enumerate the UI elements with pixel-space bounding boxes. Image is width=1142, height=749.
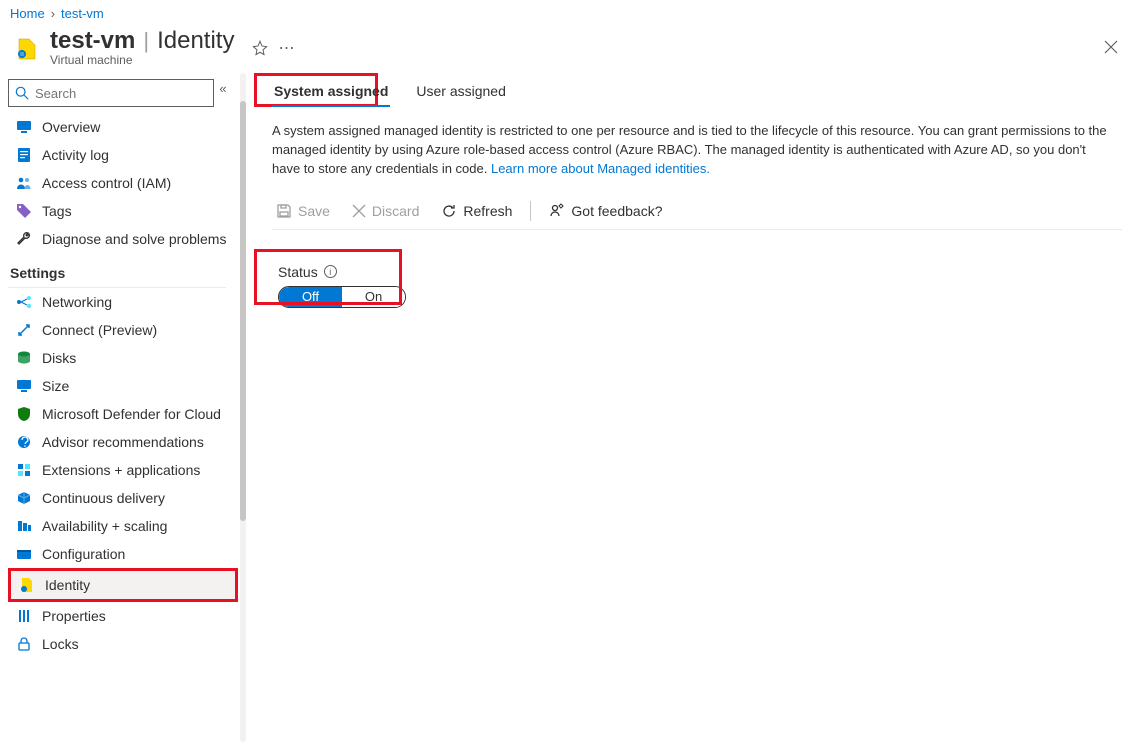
refresh-button[interactable]: Refresh bbox=[437, 201, 516, 221]
sidebar-item-connect[interactable]: Connect (Preview) bbox=[8, 316, 238, 344]
sidebar-item-label: Tags bbox=[42, 203, 72, 219]
page-header: test-vm | Identity Virtual machine ⋯ bbox=[0, 21, 1142, 67]
command-bar: Save Discard Refresh Got feedback? bbox=[272, 197, 1122, 230]
sidebar-item-label: Networking bbox=[42, 294, 112, 310]
sidebar-item-label: Extensions + applications bbox=[42, 462, 200, 478]
sidebar-item-tags[interactable]: Tags bbox=[8, 197, 238, 225]
disks-icon bbox=[16, 350, 32, 366]
info-icon[interactable]: i bbox=[324, 265, 337, 278]
pin-icon[interactable] bbox=[252, 40, 268, 56]
properties-icon bbox=[16, 608, 32, 624]
sidebar-item-availability[interactable]: Availability + scaling bbox=[8, 512, 238, 540]
delivery-icon bbox=[16, 490, 32, 506]
more-icon[interactable]: ⋯ bbox=[278, 38, 296, 58]
people-icon bbox=[16, 175, 32, 191]
learn-more-link[interactable]: Learn more about Managed identities. bbox=[491, 161, 710, 176]
toggle-off[interactable]: Off bbox=[279, 287, 342, 307]
status-label: Status bbox=[278, 264, 318, 280]
sidebar-item-size[interactable]: Size bbox=[8, 372, 238, 400]
main-content: System assigned User assigned A system a… bbox=[254, 73, 1142, 742]
status-toggle[interactable]: Off On bbox=[278, 286, 406, 308]
configuration-icon bbox=[16, 546, 32, 562]
sidebar-item-label: Connect (Preview) bbox=[42, 322, 157, 338]
advisor-icon bbox=[16, 434, 32, 450]
sidebar-item-label: Identity bbox=[45, 577, 90, 593]
breadcrumb: Home › test-vm bbox=[0, 0, 1142, 21]
sidebar-item-label: Availability + scaling bbox=[42, 518, 167, 534]
description-text: A system assigned managed identity is re… bbox=[272, 122, 1112, 179]
sidebar-item-label: Configuration bbox=[42, 546, 125, 562]
identity-icon bbox=[14, 36, 40, 62]
wrench-icon bbox=[16, 231, 32, 247]
sidebar-item-label: Disks bbox=[42, 350, 76, 366]
sidebar-item-access-control[interactable]: Access control (IAM) bbox=[8, 169, 238, 197]
search-input[interactable] bbox=[35, 86, 211, 101]
page-title-sub: Identity bbox=[157, 27, 234, 55]
tab-system-assigned[interactable]: System assigned bbox=[272, 79, 390, 107]
sidebar-item-label: Microsoft Defender for Cloud bbox=[42, 406, 221, 422]
sidebar-item-label: Activity log bbox=[42, 147, 109, 163]
sidebar-item-defender[interactable]: Microsoft Defender for Cloud bbox=[8, 400, 238, 428]
sidebar-item-label: Continuous delivery bbox=[42, 490, 165, 506]
sidebar-section-settings: Settings bbox=[8, 253, 226, 288]
sidebar-item-advisor[interactable]: Advisor recommendations bbox=[8, 428, 238, 456]
shield-icon bbox=[16, 406, 32, 422]
sidebar-item-diagnose[interactable]: Diagnose and solve problems bbox=[8, 225, 238, 253]
feedback-button[interactable]: Got feedback? bbox=[545, 201, 666, 221]
sidebar-item-disks[interactable]: Disks bbox=[8, 344, 238, 372]
sidebar-item-label: Properties bbox=[42, 608, 106, 624]
search-icon bbox=[15, 86, 29, 100]
save-button[interactable]: Save bbox=[272, 201, 334, 221]
sidebar-item-label: Locks bbox=[42, 636, 79, 652]
search-box[interactable] bbox=[8, 79, 214, 107]
lock-icon bbox=[16, 636, 32, 652]
breadcrumb-separator: › bbox=[51, 6, 55, 21]
tabs: System assigned User assigned bbox=[272, 79, 1122, 108]
tag-icon bbox=[16, 203, 32, 219]
sidebar-item-overview[interactable]: Overview bbox=[8, 113, 238, 141]
sidebar-item-label: Size bbox=[42, 378, 69, 394]
discard-button[interactable]: Discard bbox=[348, 201, 423, 221]
sidebar-item-label: Overview bbox=[42, 119, 100, 135]
sidebar-item-configuration[interactable]: Configuration bbox=[8, 540, 238, 568]
tab-user-assigned[interactable]: User assigned bbox=[414, 79, 508, 107]
page-subtitle: Virtual machine bbox=[50, 53, 234, 67]
sidebar-item-identity[interactable]: Identity bbox=[8, 568, 238, 602]
collapse-sidebar-icon[interactable]: « bbox=[214, 81, 232, 96]
extensions-icon bbox=[16, 462, 32, 478]
sidebar-item-extensions[interactable]: Extensions + applications bbox=[8, 456, 238, 484]
identity-icon bbox=[19, 577, 35, 593]
title-separator: | bbox=[143, 28, 149, 54]
save-icon bbox=[276, 203, 292, 219]
monitor-icon bbox=[16, 119, 32, 135]
sidebar-item-continuous-delivery[interactable]: Continuous delivery bbox=[8, 484, 238, 512]
log-icon bbox=[16, 147, 32, 163]
discard-icon bbox=[352, 204, 366, 218]
sidebar-item-locks[interactable]: Locks bbox=[8, 630, 238, 658]
toggle-on[interactable]: On bbox=[342, 287, 405, 307]
sidebar-item-label: Diagnose and solve problems bbox=[42, 231, 226, 247]
sidebar-item-activity-log[interactable]: Activity log bbox=[8, 141, 238, 169]
breadcrumb-home[interactable]: Home bbox=[10, 6, 45, 21]
networking-icon bbox=[16, 294, 32, 310]
page-title-main: test-vm bbox=[50, 27, 135, 55]
sidebar-item-properties[interactable]: Properties bbox=[8, 602, 238, 630]
feedback-icon bbox=[549, 203, 565, 219]
toolbar-divider bbox=[530, 201, 531, 221]
status-block: Status i Off On bbox=[272, 258, 414, 318]
breadcrumb-resource[interactable]: test-vm bbox=[61, 6, 104, 21]
availability-icon bbox=[16, 518, 32, 534]
connect-icon bbox=[16, 322, 32, 338]
sidebar: « Overview Activity log Access control (… bbox=[0, 73, 238, 742]
sidebar-item-networking[interactable]: Networking bbox=[8, 288, 238, 316]
size-icon bbox=[16, 378, 32, 394]
sidebar-item-label: Advisor recommendations bbox=[42, 434, 204, 450]
close-button[interactable] bbox=[1094, 34, 1128, 60]
sidebar-scrollbar[interactable] bbox=[240, 73, 246, 742]
sidebar-item-label: Access control (IAM) bbox=[42, 175, 171, 191]
refresh-icon bbox=[441, 203, 457, 219]
